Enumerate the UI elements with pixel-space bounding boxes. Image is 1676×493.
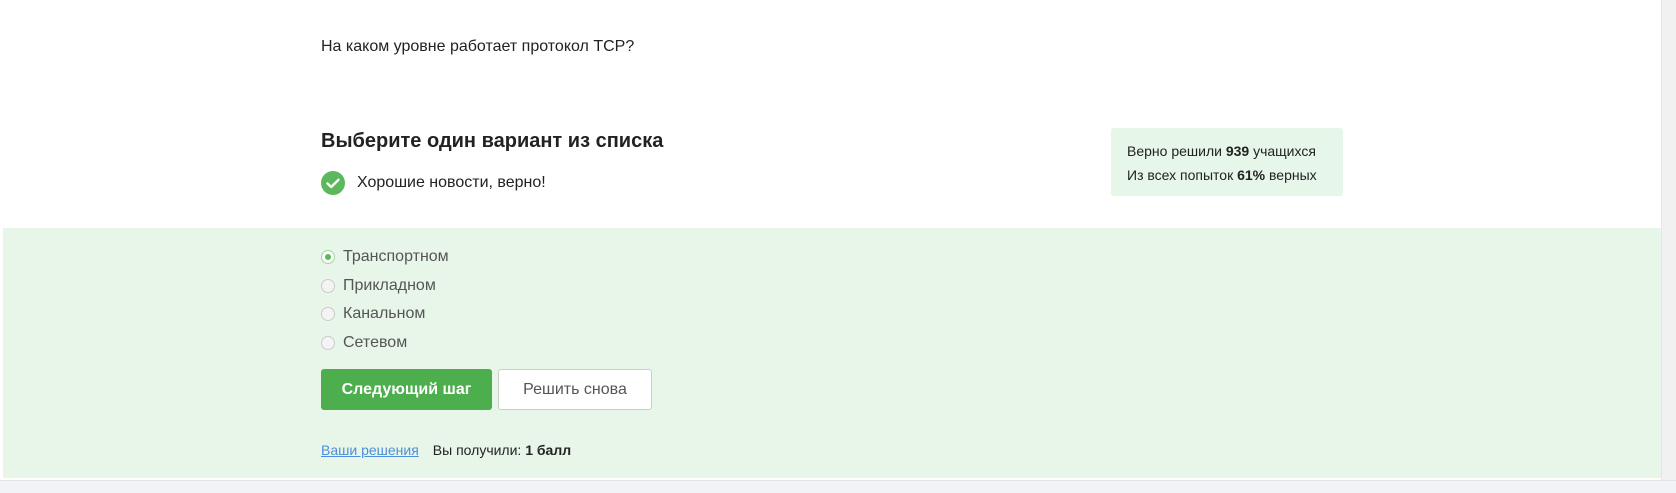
question-text: На каком уровне работает протокол TCP? <box>321 38 635 55</box>
next-step-button[interactable]: Следующий шаг <box>321 369 492 410</box>
score-value: 1 балл <box>525 442 572 458</box>
scrollbar-track[interactable] <box>1661 0 1676 480</box>
action-buttons: Следующий шаг Решить снова <box>321 369 652 410</box>
radio-button-selected[interactable] <box>321 250 335 265</box>
stats-solved-count: 939 <box>1225 143 1250 159</box>
score-text: Вы получили: 1 балл <box>433 442 571 458</box>
stats-attempts-percent: 61% <box>1237 167 1266 183</box>
radio-button[interactable] <box>321 307 335 322</box>
stats-attempts-suffix: верных <box>1265 167 1317 183</box>
stats-solved-prefix: Верно решили <box>1127 143 1226 159</box>
option-item[interactable]: Сетевом <box>321 329 449 358</box>
option-label: Транспортном <box>343 248 449 266</box>
your-solutions-link[interactable]: Ваши решения <box>321 442 419 458</box>
answer-area: Транспортном Прикладном Канальном Сетево… <box>3 228 1661 478</box>
option-item[interactable]: Прикладном <box>321 272 449 301</box>
feedback-message: Хорошие новости, верно! <box>321 171 546 195</box>
stats-panel: Верно решили 939 учащихся Из всех попыто… <box>1111 128 1343 196</box>
stats-solved-line: Верно решили 939 учащихся <box>1127 139 1327 163</box>
option-item[interactable]: Транспортном <box>321 243 449 272</box>
stats-attempts-prefix: Из всех попыток <box>1127 167 1238 183</box>
option-label: Канальном <box>343 305 426 323</box>
retry-button[interactable]: Решить снова <box>498 369 652 410</box>
quiz-step-page: На каком уровне работает протокол TCP? В… <box>0 0 1676 493</box>
bottom-divider <box>0 480 1676 493</box>
stats-attempts-line: Из всех попыток 61% верных <box>1127 163 1327 187</box>
radio-button[interactable] <box>321 335 335 350</box>
radio-button[interactable] <box>321 278 335 293</box>
option-item[interactable]: Канальном <box>321 300 449 329</box>
check-circle-icon <box>321 171 345 195</box>
option-label: Прикладном <box>343 276 436 294</box>
stats-solved-suffix: учащихся <box>1249 143 1316 159</box>
options-list: Транспортном Прикладном Канальном Сетево… <box>321 243 449 357</box>
result-footer: Ваши решения Вы получили: 1 балл <box>321 442 571 458</box>
feedback-text: Хорошие новости, верно! <box>357 174 546 191</box>
score-prefix: Вы получили: <box>432 442 526 458</box>
option-label: Сетевом <box>343 333 408 351</box>
task-title: Выберите один вариант из списка <box>321 130 664 152</box>
